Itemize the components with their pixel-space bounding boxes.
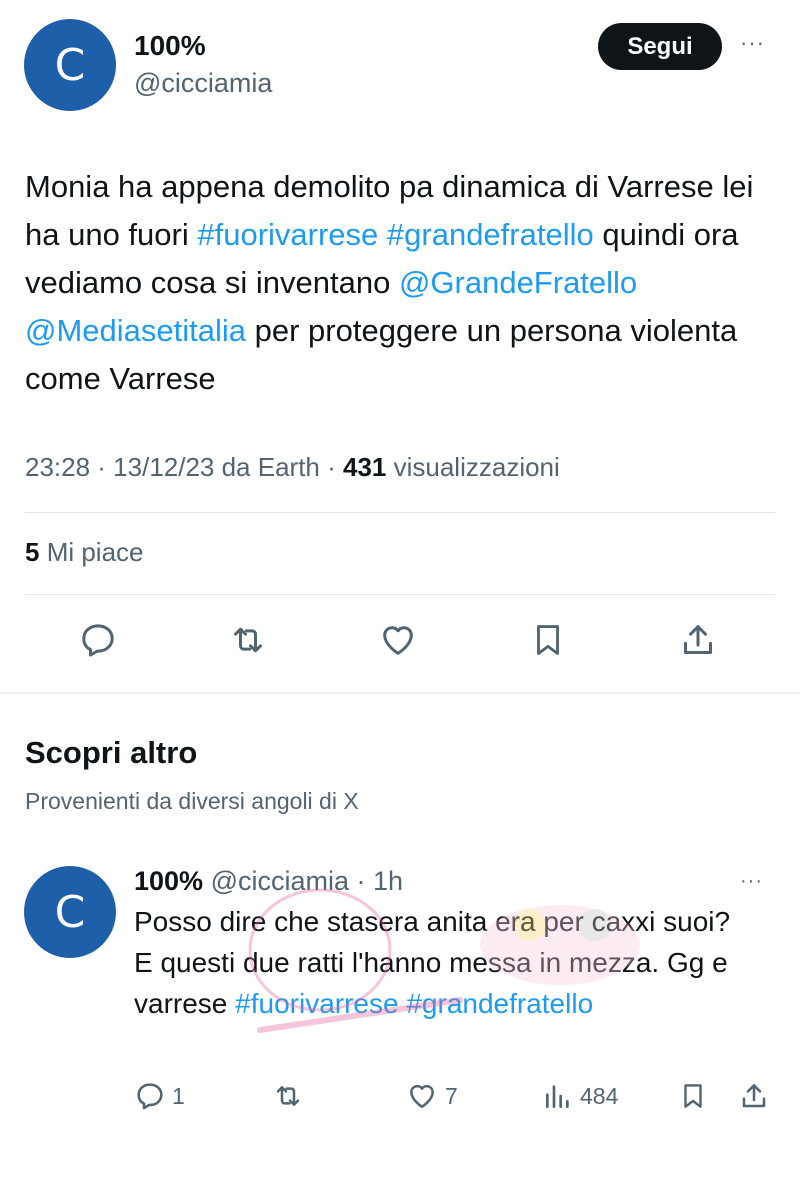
author-handle[interactable]: @cicciamia: [134, 68, 272, 99]
author-avatar[interactable]: C: [24, 19, 116, 111]
speech-bubble-icon[interactable]: [76, 618, 120, 662]
tweet-text: Monia ha appena demolito pa dinamica di …: [25, 163, 785, 403]
section-subtitle: Provenienti da diversi angoli di X: [25, 788, 359, 814]
bookmark-icon: [678, 1079, 708, 1113]
share-icon: [738, 1080, 770, 1112]
avatar-letter: C: [54, 39, 86, 91]
hashtag-link[interactable]: #fuorivarrese: [235, 988, 398, 1019]
author-name[interactable]: 100%: [134, 30, 206, 62]
follow-button[interactable]: Segui: [598, 23, 722, 70]
more-options-icon[interactable]: ···: [740, 30, 774, 60]
views-count: 484: [580, 1082, 619, 1109]
author-name[interactable]: 100%: [134, 866, 203, 896]
heart-icon[interactable]: [376, 618, 420, 662]
divider: [25, 512, 775, 513]
avatar-letter: C: [54, 886, 86, 938]
tweet-meta: 23:28 · 13/12/23 da Earth · 431 visualiz…: [25, 452, 560, 483]
retweet-icon: [270, 1080, 306, 1112]
reply-action[interactable]: 1: [134, 1078, 185, 1114]
section-title: Scopri altro: [25, 735, 198, 770]
tweet-timestamp[interactable]: 23:28 · 13/12/23 da Earth ·: [25, 452, 343, 482]
text-space: [378, 217, 387, 252]
share-icon[interactable]: [676, 618, 720, 662]
bar-chart-icon: [542, 1080, 574, 1112]
likes-summary[interactable]: 5 Mi piace: [25, 537, 144, 568]
hashtag-link[interactable]: #grandefratello: [387, 217, 594, 252]
like-action[interactable]: 7: [405, 1078, 458, 1114]
retweet-icon[interactable]: [226, 618, 270, 662]
like-count: 7: [445, 1082, 458, 1109]
tweet-text: Posso dire che stasera anita era per cax…: [134, 901, 754, 1024]
views-count: 431: [343, 452, 387, 482]
more-options-icon[interactable]: ···: [740, 870, 774, 894]
views-action[interactable]: 484: [542, 1078, 618, 1114]
heart-icon: [405, 1080, 439, 1112]
speech-bubble-icon: [134, 1080, 166, 1112]
bookmark-icon[interactable]: [526, 618, 570, 662]
section-separator: [0, 692, 800, 694]
share-action[interactable]: [738, 1078, 770, 1114]
mention-link[interactable]: @GrandeFratello: [399, 265, 637, 300]
tweet-header[interactable]: 100% @cicciamia · 1h: [134, 866, 403, 897]
hashtag-link[interactable]: #grandefratello: [406, 988, 593, 1019]
author-avatar[interactable]: C: [24, 866, 116, 958]
hashtag-link[interactable]: #fuorivarrese: [197, 217, 378, 252]
divider: [25, 594, 775, 595]
likes-label: Mi piace: [39, 537, 144, 567]
handle-and-time[interactable]: @cicciamia · 1h: [203, 866, 403, 896]
retweet-action[interactable]: [270, 1078, 306, 1114]
reply-count: 1: [172, 1082, 185, 1109]
views-label: visualizzazioni: [386, 452, 560, 482]
mention-link[interactable]: @Mediasetitalia: [25, 313, 246, 348]
bookmark-action[interactable]: [678, 1078, 708, 1114]
likes-count: 5: [25, 537, 40, 567]
